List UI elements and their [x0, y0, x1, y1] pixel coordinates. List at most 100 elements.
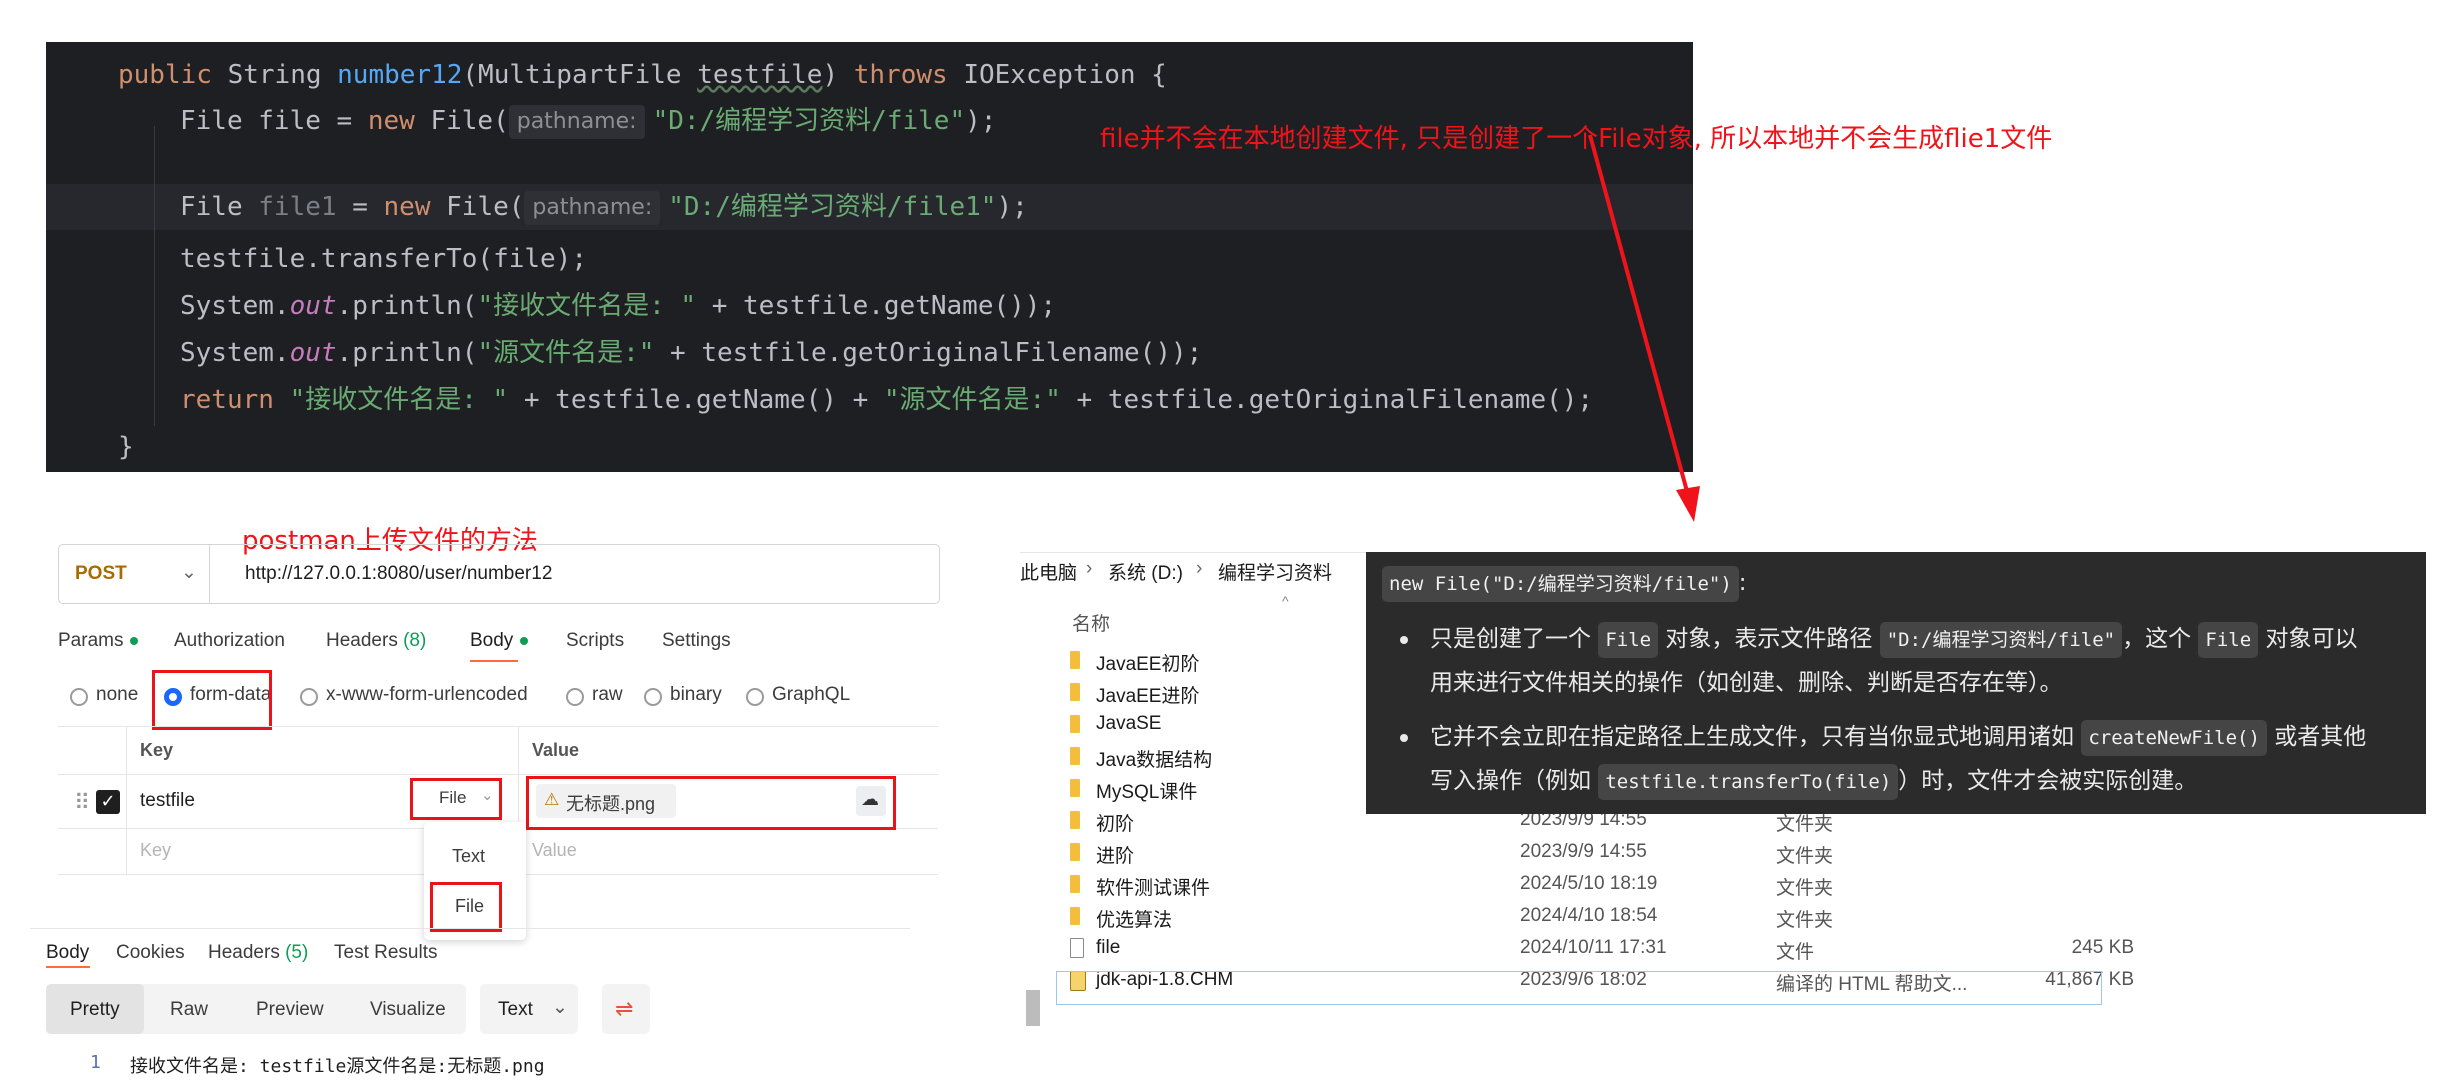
code-line-1[interactable]: public String number12(MultipartFile tes… [118, 52, 1167, 98]
folder-icon [1070, 747, 1080, 765]
response-divider [30, 928, 910, 929]
chevron-right-icon: › [1086, 558, 1093, 579]
row-checkbox[interactable]: ✓ [96, 790, 120, 814]
view-pretty[interactable]: Pretty [46, 984, 144, 1034]
breadcrumb-folder[interactable]: 编程学习资料 [1218, 558, 1332, 585]
sort-up-icon: ^ [1282, 593, 1289, 609]
breadcrumb-drive[interactable]: 系统 (D:) [1108, 558, 1183, 585]
list-item-date: 2024/5/10 18:19 [1520, 873, 1658, 894]
method-select[interactable]: POST ⌄ [59, 545, 210, 603]
folder-icon [1070, 651, 1080, 669]
selected-row-outline [1056, 971, 2102, 1005]
scrollbar-thumb[interactable] [1026, 990, 1040, 1026]
code-line-5[interactable]: System.out.println("接收文件名是: " + testfile… [180, 283, 1056, 329]
active-response-underline [46, 966, 90, 968]
url-input[interactable]: http://127.0.0.1:8080/user/number12 [245, 563, 552, 585]
code-editor[interactable]: public String number12(MultipartFile tes… [46, 42, 1693, 472]
folder-icon [1070, 843, 1080, 861]
list-item-date: 2024/4/10 18:54 [1520, 905, 1658, 926]
response-body-text: 接收文件名是: testfile源文件名是:无标题.png [130, 1056, 545, 1077]
radio-none[interactable] [70, 688, 88, 706]
table-border [126, 726, 127, 874]
folder-icon [1070, 683, 1080, 701]
bullet-2 [1400, 734, 1408, 742]
folder-icon [1070, 875, 1080, 893]
radio-graphql[interactable] [746, 688, 764, 706]
type-dropdown: Text File [424, 822, 526, 940]
parameter-hint: pathname: [508, 104, 645, 139]
view-visualize[interactable]: Visualize [370, 999, 446, 1021]
table-border [58, 774, 938, 775]
list-item-size: 245 KB [2071, 937, 2134, 958]
list-item-name: JavaEE进阶 [1096, 686, 1200, 707]
active-tab-underline [470, 660, 518, 662]
body-indicator [520, 637, 528, 645]
warning-icon: ⚠ [544, 790, 560, 809]
chevron-down-icon: ⌄ [181, 562, 197, 583]
code-line-7[interactable]: return "接收文件名是: " + testfile.getName() +… [180, 377, 1593, 423]
bullet-2-line-1: 它并不会立即在指定路径上生成文件，只有当你显式地调用诸如 createNewFi… [1430, 720, 2366, 756]
column-key: Key [140, 740, 174, 760]
tab-authorization[interactable]: Authorization [174, 630, 285, 652]
view-mode-group: Pretty Raw Preview Visualize [46, 984, 466, 1034]
list-item[interactable]: 优选算法 2024/4/10 18:54 文件夹 [1056, 901, 2100, 931]
response-tab-body[interactable]: Body [46, 942, 89, 964]
chevron-right-icon: › [1196, 558, 1203, 579]
tab-headers[interactable]: Headers (8) [326, 630, 426, 652]
radio-binary[interactable] [644, 688, 662, 706]
list-item-type: 文件夹 [1776, 910, 1834, 931]
code-line-2[interactable]: File file = new File(pathname: "D:/编程学习资料… [180, 98, 996, 144]
view-preview[interactable]: Preview [256, 999, 324, 1021]
list-item-type: 文件夹 [1776, 846, 1834, 867]
folder-icon [1070, 715, 1080, 733]
parameter-hint: pathname: [524, 190, 661, 225]
option-text[interactable]: Text [452, 846, 485, 867]
radio-urlencoded[interactable] [300, 688, 318, 706]
list-item-name: 初阶 [1096, 814, 1135, 835]
list-item-name: Java数据结构 [1096, 750, 1213, 771]
code-line-6[interactable]: System.out.println("源文件名是:" + testfile.g… [180, 330, 1202, 376]
tab-params[interactable]: Params [58, 630, 123, 652]
list-item-name: file [1096, 937, 1121, 958]
row-key-input[interactable]: testfile [140, 790, 195, 812]
code-line-3[interactable]: File file1 = new File(pathname: "D:/编程学习资… [180, 184, 1028, 230]
list-item-name: JavaEE初阶 [1096, 654, 1200, 675]
response-tab-cookies[interactable]: Cookies [116, 942, 185, 964]
list-item[interactable]: file 2024/10/11 17:31 文件 245 KB [1056, 933, 2134, 963]
chevron-down-icon: ⌄ [552, 997, 568, 1018]
view-raw[interactable]: Raw [170, 999, 208, 1021]
code-line-4[interactable]: testfile.transferTo(file); [180, 236, 587, 282]
list-item[interactable]: 进阶 2023/9/9 14:55 文件夹 [1056, 837, 2100, 867]
explanation-popup: new File("D:/编程学习资料/file"): 只是创建了一个 File… [1366, 552, 2426, 814]
column-name[interactable]: 名称 [1072, 609, 1110, 636]
list-item-date: 2023/9/9 14:55 [1520, 841, 1647, 862]
check-icon: ✓ [100, 791, 116, 812]
list-item-type: 文件 [1776, 942, 1815, 963]
drag-handle-icon[interactable]: ⠿ [74, 790, 90, 816]
breadcrumb-this-pc[interactable]: 此电脑 [1020, 558, 1077, 585]
list-item-type: 文件夹 [1776, 878, 1834, 899]
bullet-1 [1400, 636, 1408, 644]
code-line-8[interactable]: } [118, 424, 134, 470]
format-select[interactable]: Text ⌄ [480, 984, 578, 1034]
file-chip[interactable]: ⚠ 无标题.png [536, 784, 676, 818]
upload-cloud-icon[interactable]: ☁ [856, 786, 886, 816]
response-tab-headers[interactable]: Headers (5) [208, 942, 308, 964]
tab-body[interactable]: Body [470, 630, 513, 652]
popup-heading: new File("D:/编程学习资料/file"): [1382, 566, 1747, 602]
value-placeholder[interactable]: Value [532, 840, 577, 861]
option-file[interactable]: File [430, 882, 502, 932]
list-item-name: 优选算法 [1096, 910, 1173, 931]
list-item[interactable]: 软件测试课件 2024/5/10 18:19 文件夹 [1056, 869, 2100, 899]
type-select[interactable]: File ⌄ [410, 778, 502, 820]
key-placeholder[interactable]: Key [140, 840, 171, 861]
list-item-name: 进阶 [1096, 846, 1135, 867]
list-item-date: 2024/10/11 17:31 [1520, 937, 1667, 958]
tab-settings[interactable]: Settings [662, 630, 731, 652]
wrap-lines-button[interactable]: ⇌ [602, 984, 650, 1034]
response-tab-test-results[interactable]: Test Results [334, 942, 437, 964]
radio-raw[interactable] [566, 688, 584, 706]
postman-panel: postman上传文件的方法 POST ⌄ http://127.0.0.1:8… [30, 500, 940, 1082]
bullet-1-line-1: 只是创建了一个 File 对象，表示文件路径 "D:/编程学习资料/file"，… [1430, 622, 2357, 658]
tab-scripts[interactable]: Scripts [566, 630, 624, 652]
